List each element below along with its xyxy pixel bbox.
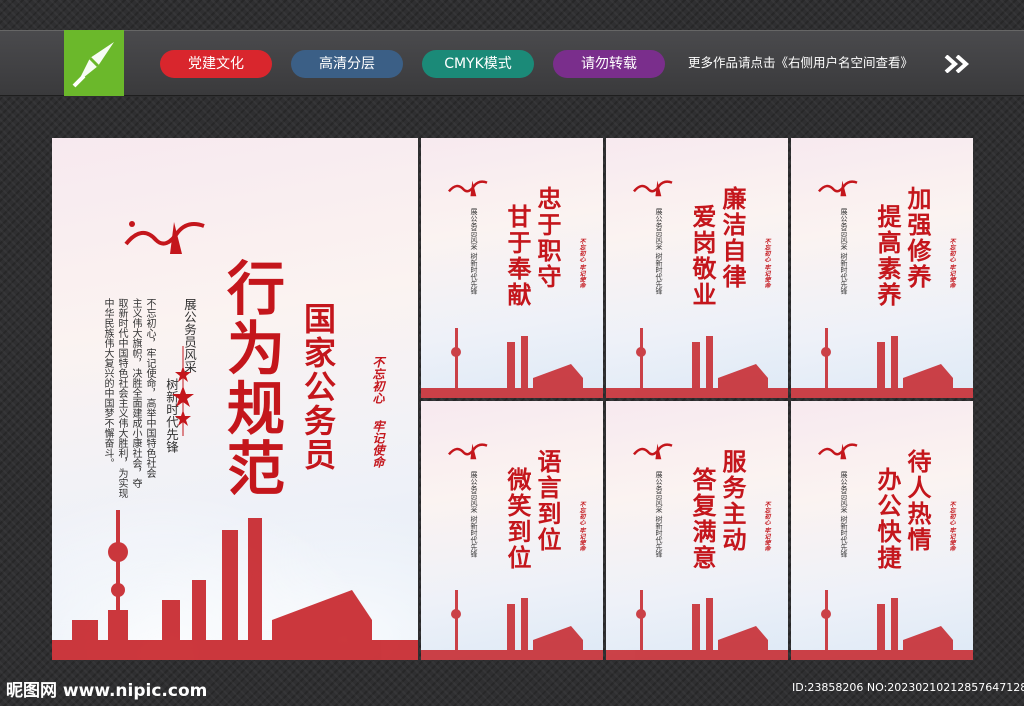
poster-5-slogan: 展公务员风采 树新时代先锋 [655,471,663,558]
poster-6-slogan: 展公务员风采 树新时代先锋 [840,471,848,558]
city-skyline-icon [421,590,603,660]
tag-cmyk: CMYK模式 [422,50,534,78]
main-title: 行为规范 [217,258,285,498]
poster-6-line-1: 待人热情 [903,449,932,553]
poster-1-line-2: 甘于奉献 [503,204,532,308]
city-skyline-icon [606,328,788,398]
poster-5-seal: 不忘初心 牢记使命 [763,501,770,552]
tag-party-culture: 党建文化 [160,50,272,78]
city-skyline-icon [606,590,788,660]
poster-1-slogan: 展公务员风采 树新时代先锋 [470,208,478,295]
china-dream-logo-icon [448,180,488,197]
poster-4-line-2: 微笑到位 [503,467,532,571]
poster-3-slogan: 展公务员风采 树新时代先锋 [840,208,848,295]
poster-3-line-1: 加强修养 [903,186,932,290]
city-skyline-icon [791,328,973,398]
tag-no-repost: 请勿转载 [553,50,665,78]
city-skyline-icon [791,590,973,660]
city-skyline-icon [52,510,418,660]
poster-4-line-1: 语言到位 [533,449,562,553]
poster-6-line-2: 办公快捷 [873,467,902,571]
more-works-link[interactable]: 更多作品请点击《右侧用户名空间查看》 [688,52,913,74]
tag-hd-layers: 高清分层 [291,50,403,78]
poster-2-slogan: 展公务员风采 树新时代先锋 [655,208,663,295]
main-seal-2: 牢记使命 [371,420,385,468]
poster-2: 廉洁自律 爱岗敬业 展公务员风采 树新时代先锋 不忘初心 牢记使命 [606,138,788,398]
china-dream-logo-icon [633,443,673,460]
poster-1: 忠于职守 甘于奉献 展公务员风采 树新时代先锋 不忘初心 牢记使命 [421,138,603,398]
china-dream-logo-icon [818,443,858,460]
china-dream-logo-icon [448,443,488,460]
main-body-line-3: 取新时代中国特色社会主义伟大胜利，为实现 [116,298,127,498]
pen-logo-icon [64,30,124,96]
poster-2-line-2: 爱岗敬业 [688,204,717,308]
main-body-line-2: 主义伟大旗帜，决胜全面建成小康社会，夺 [130,298,141,488]
poster-2-line-1: 廉洁自律 [718,186,747,290]
double-chevron-right-icon[interactable] [944,55,970,73]
poster-6-seal: 不忘初心 牢记使命 [948,501,955,552]
china-dream-logo-icon [124,221,205,254]
poster-4-seal: 不忘初心 牢记使命 [578,501,585,552]
star-divider-icon [172,346,194,436]
china-dream-logo-icon [633,180,673,197]
poster-1-line-1: 忠于职守 [533,186,562,290]
poster-4-slogan: 展公务员风采 树新时代先锋 [470,471,478,558]
poster-3-seal: 不忘初心 牢记使命 [948,238,955,289]
main-seal-1: 不忘初心 [371,356,385,404]
poster-5: 服务主动 答复满意 展公务员风采 树新时代先锋 不忘初心 牢记使命 [606,401,788,660]
image-id-label: ID:23858206 NO:20230210212857647128 [792,681,1024,694]
poster-4: 语言到位 微笑到位 展公务员风采 树新时代先锋 不忘初心 牢记使命 [421,401,603,660]
poster-3-line-2: 提高素养 [873,204,902,308]
main-body-line-1: 不忘初心，牢记使命，高举中国特色社会 [144,298,155,478]
poster-6: 待人热情 办公快捷 展公务员风采 树新时代先锋 不忘初心 牢记使命 [791,401,973,660]
main-subtitle: 国家公务员 [299,302,337,472]
china-dream-logo-icon [818,180,858,197]
poster-5-line-2: 答复满意 [688,467,717,571]
poster-1-seal: 不忘初心 牢记使命 [578,238,585,289]
city-skyline-icon [421,328,603,398]
poster-5-line-1: 服务主动 [718,449,747,553]
main-body-line-4: 中华民族伟大复兴的中国梦不懈奋斗。 [102,298,113,468]
site-watermark[interactable]: 昵图网 www.nipic.com [6,676,207,701]
main-poster: 行为规范 国家公务员 展公务员风采 树新时代先锋 不忘初心，牢记使命，高举中国特… [52,138,418,660]
poster-3: 加强修养 提高素养 展公务员风采 树新时代先锋 不忘初心 牢记使命 [791,138,973,398]
poster-2-seal: 不忘初心 牢记使命 [763,238,770,289]
